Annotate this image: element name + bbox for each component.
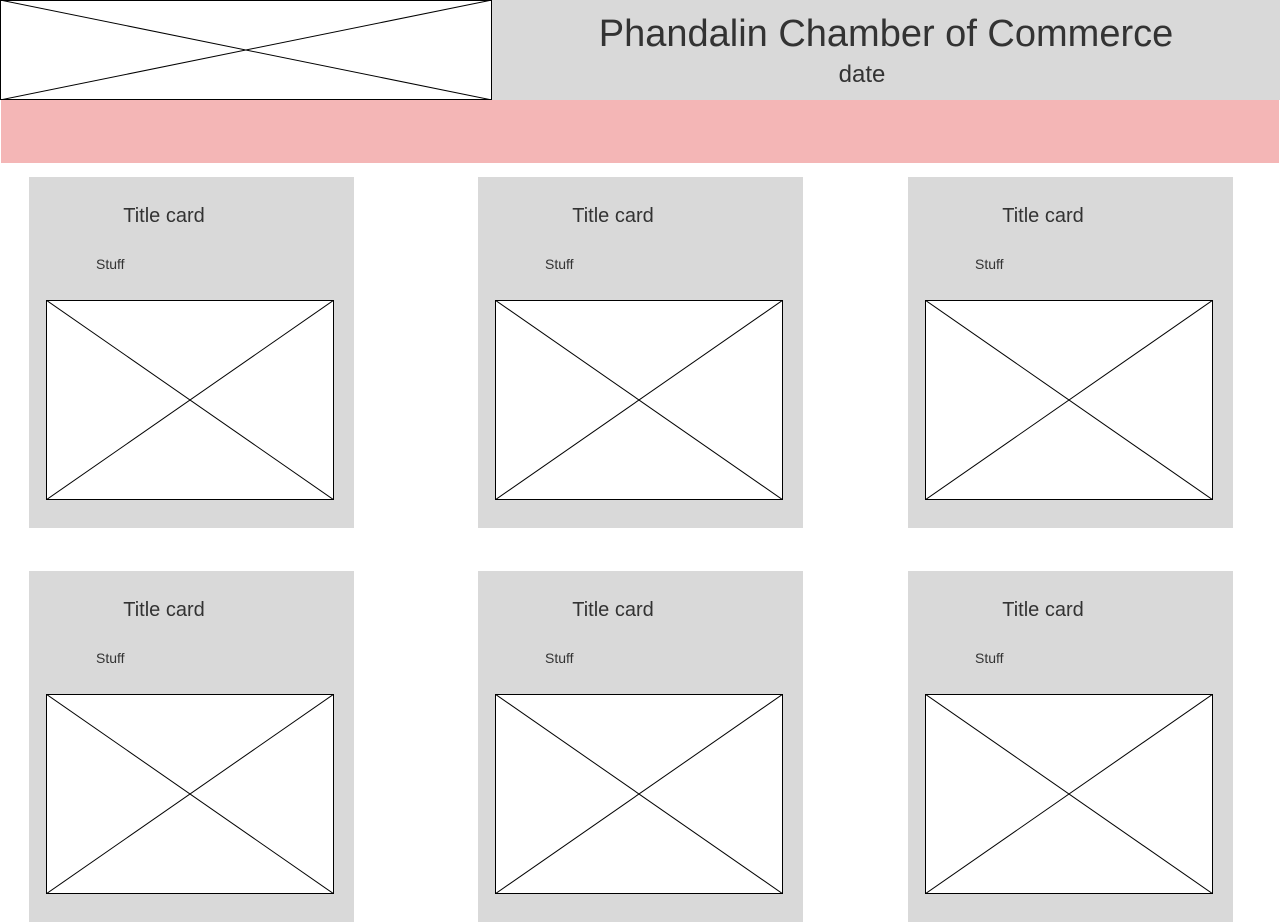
card-image-placeholder[interactable] [495, 300, 783, 500]
card-body-text: Stuff [975, 256, 1004, 272]
card[interactable]: Title card Stuff [478, 571, 803, 922]
logo-image-placeholder[interactable] [0, 0, 492, 100]
card-body-text: Stuff [975, 650, 1004, 666]
site-date: date [838, 61, 886, 88]
card-image-placeholder[interactable] [925, 300, 1213, 500]
image-placeholder-icon [495, 694, 783, 894]
nav-bar[interactable] [1, 100, 1279, 163]
card-title: Title card [1002, 599, 1084, 621]
card[interactable]: Title card Stuff [908, 571, 1233, 922]
image-placeholder-icon [495, 300, 783, 500]
card-image-placeholder[interactable] [46, 694, 334, 894]
card-image-placeholder[interactable] [46, 300, 334, 500]
card[interactable]: Title card Stuff [29, 571, 354, 922]
card-title: Title card [572, 599, 654, 621]
card-body-text: Stuff [545, 256, 574, 272]
page: Phandalin Chamber of Commerce date Title… [0, 0, 1280, 922]
card-title: Title card [123, 599, 205, 621]
card-body-text: Stuff [96, 256, 125, 272]
card-image-placeholder[interactable] [925, 694, 1213, 894]
image-placeholder-icon [925, 694, 1213, 894]
image-placeholder-icon [46, 300, 334, 500]
card-body-text: Stuff [545, 650, 574, 666]
card-title: Title card [1002, 205, 1084, 227]
image-placeholder-icon [46, 694, 334, 894]
image-placeholder-icon [925, 300, 1213, 500]
card-title: Title card [123, 205, 205, 227]
header: Phandalin Chamber of Commerce date [0, 0, 1280, 100]
card[interactable]: Title card Stuff [908, 177, 1233, 528]
card-image-placeholder[interactable] [495, 694, 783, 894]
card[interactable]: Title card Stuff [478, 177, 803, 528]
site-title: Phandalin Chamber of Commerce [598, 13, 1174, 55]
card[interactable]: Title card Stuff [29, 177, 354, 528]
image-placeholder-icon [0, 0, 492, 100]
card-body-text: Stuff [96, 650, 125, 666]
card-title: Title card [572, 205, 654, 227]
